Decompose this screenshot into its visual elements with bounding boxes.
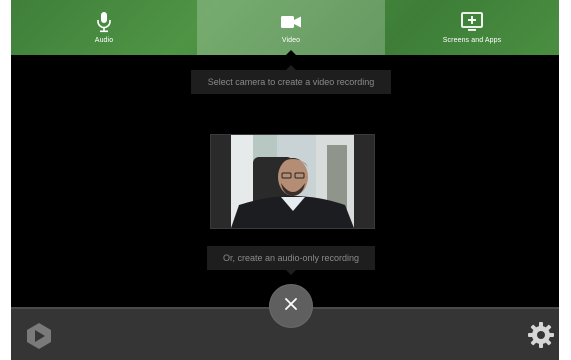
tab-screens-and-apps[interactable]: Screens and Apps <box>385 0 559 55</box>
recorder-window: Audio Video Screens and Apps Select came… <box>11 0 559 360</box>
tab-video[interactable]: Video <box>197 0 385 56</box>
gear-icon[interactable] <box>527 321 555 349</box>
close-icon <box>285 297 297 315</box>
camera-preview[interactable] <box>210 134 375 229</box>
close-button[interactable] <box>270 285 312 327</box>
tab-video-label: Video <box>281 37 301 44</box>
tab-audio-label: Audio <box>94 37 114 44</box>
video-camera-icon <box>280 11 302 33</box>
audio-only-hint[interactable]: Or, create an audio-only recording <box>207 246 375 275</box>
tab-audio[interactable]: Audio <box>11 0 197 55</box>
camera-hint: Select camera to create a video recordin… <box>191 65 391 94</box>
app-logo-icon[interactable] <box>25 322 53 350</box>
tab-screens-label: Screens and Apps <box>442 37 502 44</box>
source-tabbar: Audio Video Screens and Apps <box>11 0 559 56</box>
screen-add-icon <box>460 11 484 33</box>
microphone-icon <box>96 11 112 33</box>
webcam-image <box>231 135 354 228</box>
